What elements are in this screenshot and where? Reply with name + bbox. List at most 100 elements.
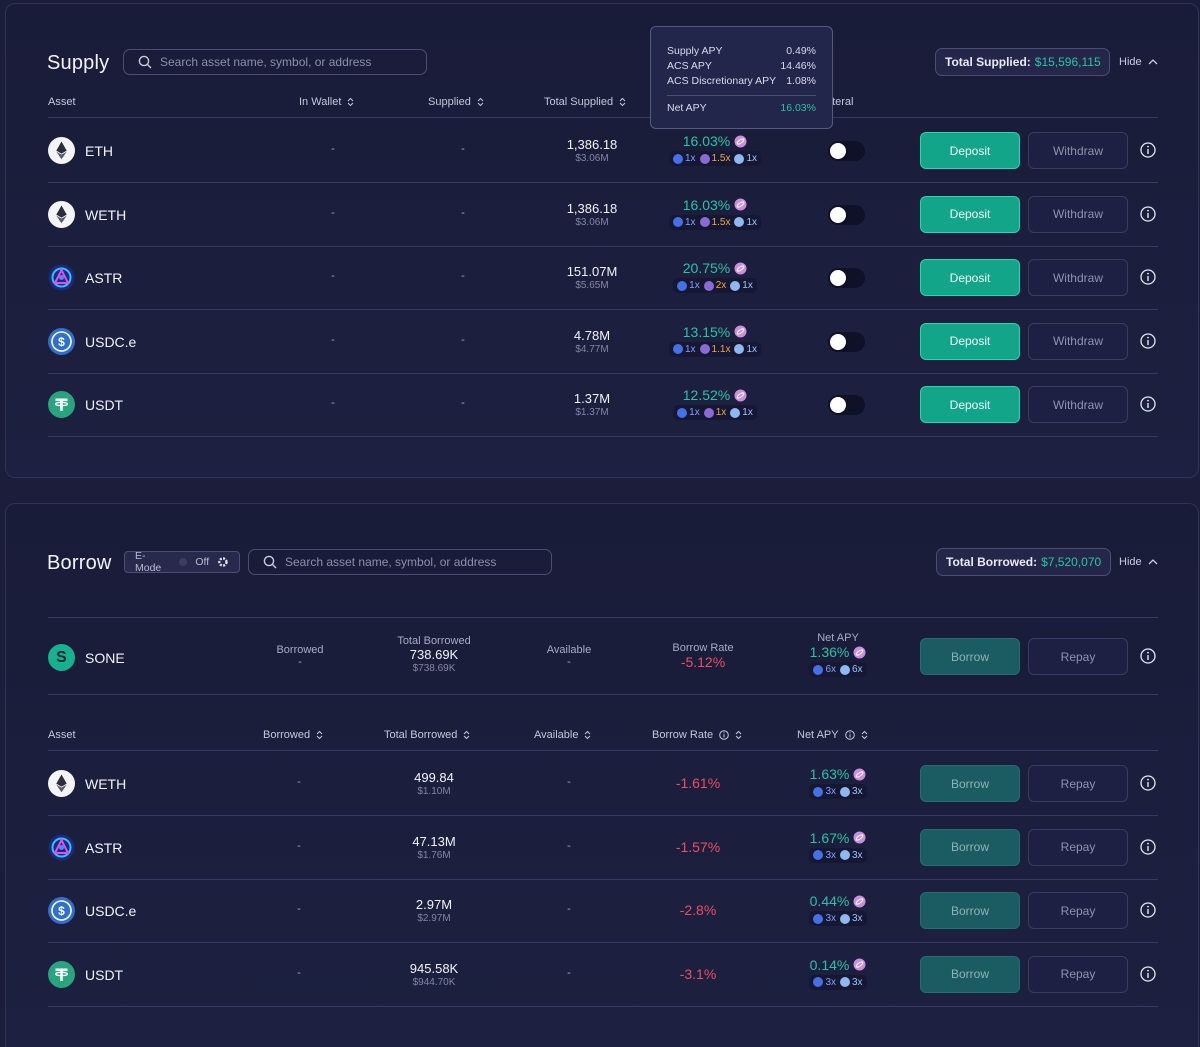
- header-total-borrowed[interactable]: Total Borrowed: [384, 729, 470, 741]
- collateral-toggle[interactable]: [828, 331, 865, 352]
- total-supplied-cell: 1,386.18 $3.06M: [542, 201, 642, 228]
- value: 738.69K: [409, 647, 459, 662]
- tooltip-divider: [667, 95, 816, 96]
- deposit-button[interactable]: Deposit: [920, 195, 1020, 233]
- multiplier: 1x: [730, 280, 753, 291]
- total-borrowed-amount: 499.84: [414, 770, 454, 785]
- borrow-search-input[interactable]: Search asset name, symbol, or address: [248, 549, 552, 575]
- collateral-toggle[interactable]: [828, 204, 865, 225]
- multiplier: 3x: [840, 786, 863, 797]
- info-icon[interactable]: [1140, 332, 1156, 349]
- header-borrowed[interactable]: Borrowed: [263, 729, 323, 741]
- search-icon: [263, 555, 277, 569]
- supply-row: ETH - - 1,386.18 $3.06M 16.03% 1x 1.5x 1…: [48, 119, 1158, 182]
- header-supplied[interactable]: Supplied: [428, 96, 484, 108]
- deposit-button[interactable]: Deposit: [920, 259, 1020, 296]
- withdraw-button[interactable]: Withdraw: [1028, 386, 1128, 423]
- multiplier-badge: 1x 1.5x 1x: [668, 151, 762, 166]
- supply-hide-button[interactable]: Hide: [1119, 56, 1158, 68]
- emode-state: Off: [195, 556, 210, 568]
- borrow-button[interactable]: Borrow: [920, 765, 1020, 802]
- usdc-icon: $: [48, 327, 75, 355]
- booster-3-icon: [734, 217, 745, 227]
- total-borrowed-cell: 499.84 $1.10M: [384, 770, 484, 797]
- multiplier-value: 3x: [825, 849, 836, 861]
- booster-3-icon: [734, 153, 745, 164]
- usdt-icon: [48, 960, 75, 988]
- multiplier-badge: 3x 3x: [809, 847, 867, 863]
- header-in-wallet[interactable]: In Wallet: [299, 96, 354, 108]
- total-borrowed-usd: $944.70K: [412, 976, 456, 988]
- collateral-toggle[interactable]: [828, 268, 865, 288]
- borrow-rate-value: -3.1%: [679, 965, 717, 982]
- total-supplied-value: $15,596,115: [1034, 55, 1101, 69]
- eth-icon: [48, 137, 75, 164]
- total-supplied-badge: Total Supplied: $15,596,115: [935, 48, 1110, 76]
- header-available[interactable]: Available: [534, 729, 591, 741]
- asset-name: ETH: [85, 143, 113, 159]
- collateral-toggle[interactable]: [828, 395, 865, 415]
- borrow-button[interactable]: Borrow: [920, 892, 1020, 929]
- collateral-toggle[interactable]: [828, 141, 865, 161]
- multiplier-value: 1x: [742, 407, 753, 418]
- reward-token-icon: [853, 895, 866, 907]
- borrow-button[interactable]: Borrow: [920, 828, 1020, 866]
- emode-toggle[interactable]: E-Mode Off: [124, 550, 240, 574]
- header-borrow-rate[interactable]: Borrow Rate: [652, 729, 742, 741]
- asset-name: USDC.e: [85, 333, 137, 350]
- multiplier: 2x: [703, 280, 726, 291]
- total-borrowed-amount: 2.97M: [415, 897, 453, 912]
- asset-name: WETH: [85, 206, 127, 223]
- multiplier-value: 1.1x: [711, 343, 731, 355]
- header-available-label: Available: [534, 729, 579, 741]
- multiplier-value: 1x: [746, 216, 758, 228]
- net-apy-percent: 0.44%: [809, 893, 850, 909]
- info-icon[interactable]: [1140, 205, 1156, 222]
- supply-search-input[interactable]: Search asset name, symbol, or address: [123, 49, 427, 75]
- withdraw-button[interactable]: Withdraw: [1028, 259, 1128, 296]
- usd-value: $738.69K: [412, 663, 456, 674]
- repay-button[interactable]: Repay: [1028, 765, 1128, 802]
- asset-name: USDT: [85, 397, 124, 413]
- info-icon[interactable]: [1140, 965, 1156, 982]
- deposit-button[interactable]: Deposit: [920, 132, 1020, 169]
- reward-token-icon: [734, 325, 747, 338]
- deposit-button[interactable]: Deposit: [920, 386, 1020, 423]
- info-icon[interactable]: [1140, 775, 1156, 791]
- apy-value: 16.03%: [660, 133, 770, 149]
- borrowed-value: -: [297, 966, 301, 979]
- total-supplied-cell: 4.78M $4.77M: [542, 328, 642, 355]
- info-icon[interactable]: [1140, 396, 1156, 412]
- deposit-button[interactable]: Deposit: [920, 322, 1020, 360]
- withdraw-button[interactable]: Withdraw: [1028, 195, 1128, 233]
- repay-button[interactable]: Repay: [1028, 638, 1128, 675]
- booster-2-icon: [840, 786, 850, 797]
- header-total-supplied[interactable]: Total Supplied: [544, 96, 626, 108]
- repay-button[interactable]: Repay: [1028, 892, 1128, 929]
- tooltip-label: Supply APY: [667, 44, 723, 57]
- info-icon[interactable]: [1140, 648, 1156, 664]
- repay-button[interactable]: Repay: [1028, 828, 1128, 866]
- header-total-borrowed-label: Total Borrowed: [384, 729, 458, 741]
- multiplier: 3x: [813, 913, 836, 924]
- booster-1-icon: [677, 280, 688, 291]
- multiplier: 3x: [813, 850, 836, 861]
- borrow-button[interactable]: Borrow: [920, 955, 1020, 993]
- withdraw-button[interactable]: Withdraw: [1028, 132, 1128, 169]
- info-icon[interactable]: [1140, 902, 1156, 918]
- withdraw-button[interactable]: Withdraw: [1028, 322, 1128, 360]
- repay-button[interactable]: Repay: [1028, 955, 1128, 993]
- in-wallet-value: -: [331, 206, 335, 219]
- booster-2-icon: [840, 850, 850, 860]
- borrow-rate-value: -2.8%: [679, 902, 717, 918]
- booster-2-icon: [840, 913, 850, 924]
- info-icon[interactable]: [1140, 838, 1156, 855]
- supplied-value: -: [461, 333, 465, 346]
- borrow-hide-button[interactable]: Hide: [1119, 556, 1158, 568]
- info-icon[interactable]: [1140, 142, 1156, 158]
- header-net-apy[interactable]: Net APY: [797, 729, 868, 741]
- booster-1-icon: [813, 913, 824, 924]
- borrow-button[interactable]: Borrow: [920, 638, 1020, 675]
- info-icon[interactable]: [1140, 269, 1156, 285]
- total-borrowed-label: Total Borrowed:: [946, 555, 1038, 569]
